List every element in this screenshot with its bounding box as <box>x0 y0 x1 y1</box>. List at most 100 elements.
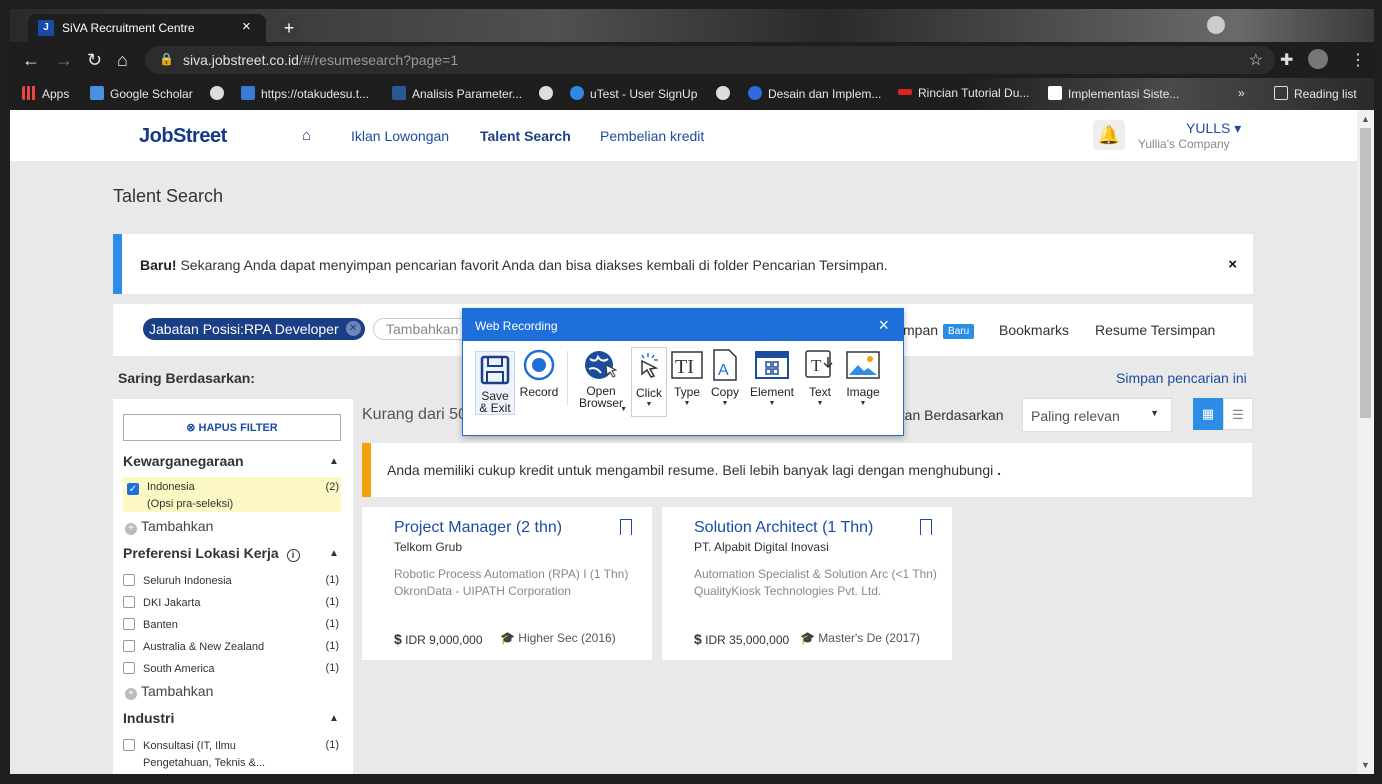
search-chip[interactable]: Jabatan Posisi:RPA Developer ✕ <box>143 318 365 340</box>
bookmark-star-icon[interactable]: ☆ <box>1249 50 1263 70</box>
checkbox[interactable] <box>123 662 135 674</box>
add-nationality-link[interactable]: + Tambahkan <box>125 518 213 535</box>
bookmark-desain[interactable]: Desain dan Implem... <box>748 86 881 101</box>
chip-remove-icon[interactable]: ✕ <box>345 321 361 336</box>
collapse-caret-icon[interactable]: ▲ <box>329 456 339 467</box>
bookmark-globe-3[interactable] <box>716 86 736 101</box>
save-exit-button[interactable]: Save & Exit <box>475 351 515 415</box>
user-menu[interactable]: YULLS ▾ <box>1186 120 1241 137</box>
image-button[interactable]: Image ▼ <box>843 349 883 407</box>
notification-bell-icon[interactable]: 🔔 <box>1093 120 1125 150</box>
dropdown-arrow-icon[interactable]: ▼ <box>802 400 838 407</box>
dropdown-arrow-icon[interactable]: ▼ <box>747 400 797 407</box>
bookmark-otakudesu[interactable]: https://otakudesu.t... <box>241 86 369 101</box>
bookmarks-link[interactable]: Bookmarks <box>999 322 1069 338</box>
tab-close-icon[interactable]: × <box>242 18 251 35</box>
kebab-menu-icon[interactable]: ⋮ <box>1350 50 1366 70</box>
dropdown-arrow-icon[interactable]: ▼ <box>843 400 883 407</box>
scroll-thumb[interactable] <box>1360 128 1371 418</box>
bookmark-apps[interactable]: Apps <box>22 86 69 101</box>
nav-talent-search[interactable]: Talent Search <box>480 128 571 144</box>
collapse-caret-icon[interactable]: ▲ <box>329 548 339 559</box>
bookmark-icon[interactable] <box>620 519 632 535</box>
grid-view-icon[interactable]: ▦ <box>1193 398 1223 430</box>
filter-option-location[interactable]: South America (1) <box>123 662 341 675</box>
web-recording-titlebar[interactable]: Web Recording × <box>463 309 903 341</box>
back-arrow-icon[interactable]: ← <box>22 50 40 71</box>
save-search-link[interactable]: Simpan pencarian ini <box>1116 370 1247 386</box>
type-button[interactable]: TI Type ▼ <box>671 349 703 407</box>
candidate-card[interactable]: Project Manager (2 thn) Telkom Grub Robo… <box>362 507 652 660</box>
new-tab-plus-icon[interactable]: + <box>278 17 300 39</box>
filter-industri-title[interactable]: Industri <box>123 710 174 726</box>
bookmarks-overflow[interactable]: » <box>1238 86 1245 100</box>
bookmark-implementasi[interactable]: Implementasi Siste... <box>1048 86 1179 101</box>
candidate-title[interactable]: Project Manager (2 thn) <box>394 519 562 537</box>
info-icon[interactable]: i <box>286 549 300 562</box>
copy-button[interactable]: A Copy ▼ <box>708 349 742 407</box>
filter-option-industry[interactable]: Konsultasi (IT, Ilmu (1) Pengetahuan, Tek… <box>123 739 341 769</box>
dollar-icon: $ <box>394 631 402 647</box>
candidate-title[interactable]: Solution Architect (1 Thn) <box>694 519 873 537</box>
checkbox[interactable] <box>123 618 135 630</box>
bookmark-utest[interactable]: uTest - User SignUp <box>570 86 697 101</box>
element-button[interactable]: Element ▼ <box>747 349 797 407</box>
scroll-down-icon[interactable]: ▼ <box>1361 760 1370 770</box>
bookmark-google-scholar[interactable]: Google Scholar <box>90 86 193 101</box>
text-button[interactable]: T Text ▼ <box>802 349 838 407</box>
bookmark-rincian[interactable]: Rincian Tutorial Du... <box>898 86 1029 100</box>
home-icon[interactable]: ⌂ <box>302 127 311 144</box>
bookmark-icon[interactable] <box>920 519 932 535</box>
filter-option-location[interactable]: Seluruh Indonesia (1) <box>123 574 341 587</box>
dropdown-arrow-icon[interactable]: ▼ <box>620 406 627 413</box>
saved-resume-link[interactable]: Resume Tersimpan <box>1095 322 1215 338</box>
profile-menu-icon[interactable] <box>1207 16 1225 34</box>
filter-option-location[interactable]: Banten (1) <box>123 618 341 631</box>
search-add-input[interactable]: Tambahkan <box>373 318 473 340</box>
home-icon[interactable]: ⌂ <box>117 50 128 71</box>
candidate-card[interactable]: Solution Architect (1 Thn) PT. Alpabit D… <box>662 507 952 660</box>
dropdown-arrow-icon[interactable]: ▼ <box>708 400 742 407</box>
browser-tab[interactable]: J SiVA Recruitment Centre × <box>28 14 266 42</box>
reading-list[interactable]: Reading list <box>1274 86 1357 101</box>
reload-icon[interactable]: ↻ <box>87 50 102 71</box>
filter-option-location[interactable]: DKI Jakarta (1) <box>123 596 341 609</box>
jobstreet-logo[interactable]: JobStreet <box>139 125 227 148</box>
avatar[interactable] <box>1308 49 1328 69</box>
sort-select[interactable]: Paling relevan ▼ <box>1022 398 1172 432</box>
checkbox[interactable] <box>123 739 135 751</box>
browser-window: J SiVA Recruitment Centre × + ← → ↻ ⌂ 🔒 … <box>0 0 1382 784</box>
bookmark-globe[interactable] <box>210 86 230 101</box>
filter-kewarganegaraan-title[interactable]: Kewarganegaraan <box>123 453 244 469</box>
bookmark-globe-2[interactable] <box>539 86 559 101</box>
previous-role: Automation Specialist & Solution Arc (<1… <box>694 567 937 581</box>
dropdown-arrow-icon[interactable]: ▼ <box>671 400 703 407</box>
saved-search-link[interactable]: mpan Baru <box>903 322 975 339</box>
globe-icon <box>210 86 224 100</box>
checkbox[interactable] <box>123 574 135 586</box>
list-view-icon[interactable]: ☰ <box>1223 398 1253 430</box>
checkbox[interactable] <box>123 596 135 608</box>
dropdown-arrow-icon[interactable]: ▼ <box>632 401 666 408</box>
scroll-up-icon[interactable]: ▲ <box>1361 114 1370 124</box>
close-icon[interactable]: × <box>878 315 889 336</box>
banner-close-icon[interactable]: × <box>1228 256 1237 273</box>
address-bar[interactable]: 🔒 siva.jobstreet.co.id/#/resumesearch?pa… <box>145 46 1275 74</box>
forward-arrow-icon[interactable]: → <box>55 50 73 71</box>
filter-option-indonesia[interactable]: ✓ Indonesia (Opsi pra-seleksi) (2) <box>123 477 341 512</box>
filter-lokasi-title[interactable]: Preferensi Lokasi Kerja i <box>123 545 300 562</box>
nav-pembelian-kredit[interactable]: Pembelian kredit <box>600 128 704 144</box>
extensions-puzzle-icon[interactable]: ✚ <box>1280 50 1293 70</box>
record-button[interactable]: Record <box>519 349 559 399</box>
checkbox[interactable] <box>123 640 135 652</box>
filter-option-location[interactable]: Australia & New Zealand (1) <box>123 640 341 653</box>
open-browser-button[interactable]: Open Browser ▼ <box>575 349 627 413</box>
bookmark-analisis[interactable]: Analisis Parameter... <box>392 86 522 101</box>
click-button[interactable]: Click ▼ <box>631 347 667 417</box>
page-scrollbar[interactable]: ▲ ▼ <box>1357 110 1374 774</box>
clear-filter-button[interactable]: ⊗ HAPUS FILTER <box>123 414 341 441</box>
collapse-caret-icon[interactable]: ▲ <box>329 713 339 724</box>
checkbox-checked[interactable]: ✓ <box>127 483 139 495</box>
add-location-link[interactable]: + Tambahkan <box>125 683 213 700</box>
nav-iklan-lowongan[interactable]: Iklan Lowongan <box>351 128 449 144</box>
